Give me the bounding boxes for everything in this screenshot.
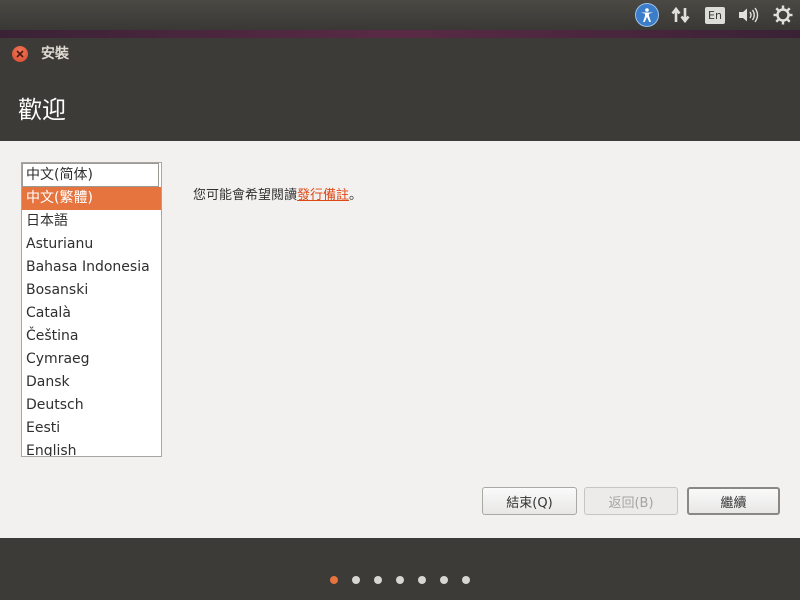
release-notes-text: 您可能會希望閱讀發行備註。 <box>193 184 362 203</box>
session-indicator[interactable] <box>770 3 796 27</box>
progress-dot-active <box>330 576 338 584</box>
language-item[interactable]: English <box>22 440 161 456</box>
network-indicator[interactable] <box>668 3 694 27</box>
progress-dot <box>374 576 382 584</box>
installer-window: 安裝 歡迎 中文(简体) 中文(繁體) 日本語 Asturianu Bahasa… <box>0 38 800 600</box>
quit-button[interactable]: 結束(Q) <box>482 487 577 515</box>
progress-dots <box>330 576 470 584</box>
progress-dot <box>462 576 470 584</box>
language-item[interactable]: Cymraeg <box>22 348 161 371</box>
network-icon <box>671 6 690 24</box>
language-item[interactable]: 中文(简体) <box>22 163 159 187</box>
close-button[interactable] <box>12 46 28 62</box>
progress-dot <box>352 576 360 584</box>
language-item[interactable]: 日本語 <box>22 210 161 233</box>
language-item-selected[interactable]: 中文(繁體) <box>22 187 161 210</box>
progress-dot <box>418 576 426 584</box>
release-notes-suffix: 。 <box>349 188 363 203</box>
release-notes-prefix: 您可能會希望閱讀 <box>193 188 298 203</box>
accessibility-icon <box>635 3 659 27</box>
language-item[interactable]: Asturianu <box>22 233 161 256</box>
keyboard-language-label: En <box>705 6 725 24</box>
back-button[interactable]: 返回(B) <box>584 487 678 515</box>
page-title: 歡迎 <box>18 96 66 124</box>
progress-dot <box>440 576 448 584</box>
progress-dot <box>396 576 404 584</box>
language-item[interactable]: Bahasa Indonesia <box>22 256 161 279</box>
language-item[interactable]: Dansk <box>22 371 161 394</box>
keyboard-language-indicator[interactable]: En <box>703 3 727 27</box>
continue-button[interactable]: 繼續 <box>687 487 780 515</box>
language-item[interactable]: Bosanski <box>22 279 161 302</box>
close-icon <box>16 50 24 58</box>
window-title: 安裝 <box>41 46 69 62</box>
accessibility-indicator[interactable] <box>635 3 659 27</box>
page-header <box>0 78 800 141</box>
progress-footer <box>0 538 800 600</box>
settings-gear-icon <box>773 5 793 25</box>
language-item[interactable]: Deutsch <box>22 394 161 417</box>
volume-icon <box>739 7 759 23</box>
language-list[interactable]: 中文(简体) 中文(繁體) 日本語 Asturianu Bahasa Indon… <box>21 162 162 457</box>
language-item[interactable]: Eesti <box>22 417 161 440</box>
top-panel: En <box>0 0 800 30</box>
release-notes-link[interactable]: 發行備註 <box>297 188 349 203</box>
language-item[interactable]: Català <box>22 302 161 325</box>
main-content: 中文(简体) 中文(繁體) 日本語 Asturianu Bahasa Indon… <box>0 141 800 538</box>
volume-indicator[interactable] <box>735 3 761 27</box>
language-item[interactable]: Čeština <box>22 325 161 348</box>
